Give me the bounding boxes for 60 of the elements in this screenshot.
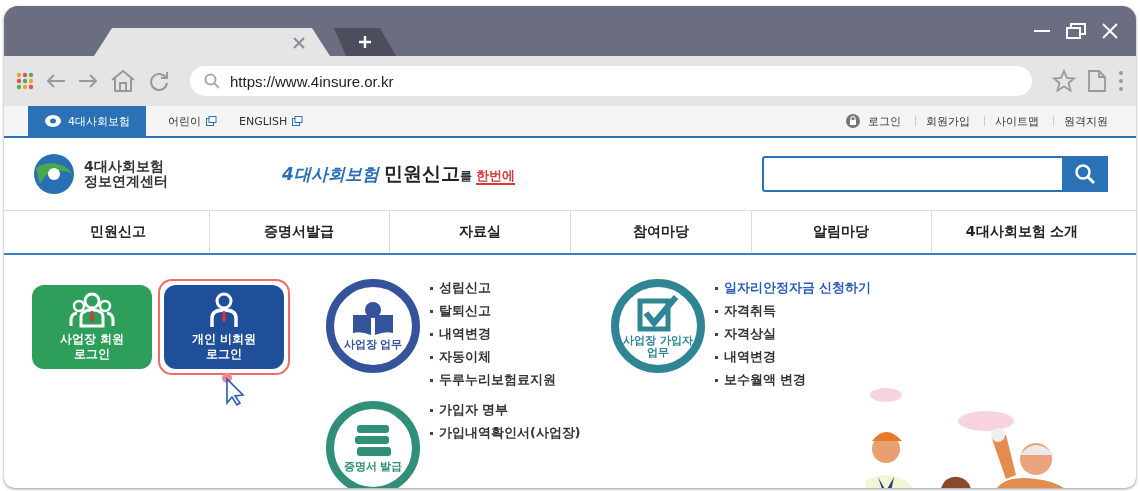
home-icon[interactable] (110, 69, 136, 93)
logo-icon (32, 152, 76, 196)
service-badge[interactable]: 사업장 업무 (326, 279, 420, 373)
search-button[interactable] (1062, 156, 1108, 192)
brand-tab[interactable]: 4대사회보험 (28, 106, 146, 136)
search-field[interactable] (762, 156, 1062, 192)
utility-link[interactable]: ENGLISH (239, 114, 304, 128)
new-window-icon (292, 116, 304, 126)
checkbox-icon (636, 292, 680, 333)
service-link[interactable]: 보수월액 변경 (724, 371, 807, 389)
service-link[interactable]: 가입자 명부 (439, 401, 509, 419)
service-link[interactable]: 두루누리보험료지원 (439, 371, 556, 389)
book-reader-icon (351, 300, 395, 337)
people-icon (69, 292, 115, 328)
page-icon[interactable] (1088, 70, 1106, 92)
service-link[interactable]: 자격상실 (724, 325, 776, 343)
utility-link[interactable]: 사이트맵 (995, 113, 1039, 129)
nav-item[interactable]: 알림마당 (750, 211, 932, 253)
new-window-icon (206, 116, 217, 126)
restore-icon[interactable] (1066, 23, 1086, 39)
plus-icon (359, 36, 371, 48)
service-link[interactable]: 가입내역확인서(사업장) (439, 424, 581, 442)
service-link[interactable]: 일자리안정자금 신청하기 (724, 279, 872, 297)
service-link[interactable]: 탈퇴신고 (439, 302, 491, 320)
close-icon[interactable] (292, 36, 306, 50)
nav-item[interactable]: 증명서발급 (208, 211, 390, 253)
logo-text: 정보연계센터 (84, 174, 168, 190)
search-icon (204, 73, 220, 89)
service-link[interactable]: 자동이체 (439, 348, 491, 366)
utility-link[interactable]: 원격지원 (1064, 113, 1108, 129)
minimize-icon[interactable] (1034, 29, 1050, 33)
logo-icon (44, 114, 62, 128)
nav-item[interactable]: 참여마당 (570, 211, 751, 253)
address-bar[interactable]: https://www.4insure.or.kr (190, 66, 1032, 96)
back-arrow-icon[interactable] (46, 73, 66, 89)
reload-icon[interactable] (148, 70, 170, 92)
login-button[interactable]: 개인 비회원 로그인 (164, 285, 284, 369)
slogan-text: 4대사회보험 민원신고를 한번에 (282, 161, 515, 187)
utility-link[interactable]: 로그인 (868, 113, 901, 129)
lock-icon (846, 114, 860, 128)
utility-link[interactable]: 어린이 (168, 113, 217, 129)
nav-item[interactable]: 자료실 (389, 211, 570, 253)
logo-text: 4대사회보험 (84, 158, 165, 174)
service-link[interactable]: 성립신고 (439, 279, 491, 297)
service-link[interactable]: 자격취득 (724, 302, 776, 320)
forward-arrow-icon[interactable] (78, 73, 98, 89)
star-icon[interactable] (1052, 69, 1076, 93)
nav-item[interactable]: 민원신고 (28, 211, 209, 253)
service-badge[interactable]: 증명서 발급 (326, 401, 420, 488)
pointer-cursor-icon (220, 373, 246, 407)
service-link[interactable]: 내역변경 (439, 325, 491, 343)
service-link[interactable]: 내역변경 (724, 348, 776, 366)
search-icon (1074, 163, 1096, 185)
utility-link[interactable]: 회원가입 (926, 113, 970, 129)
more-menu-icon[interactable] (1118, 70, 1124, 92)
url-text: https://www.4insure.or.kr (230, 72, 394, 90)
person-icon (209, 292, 239, 328)
apps-icon[interactable] (16, 72, 34, 90)
service-badge[interactable]: 사업장 가입자 업무 (611, 279, 705, 373)
nav-item[interactable]: 4대사회보험 소개 (931, 211, 1112, 253)
